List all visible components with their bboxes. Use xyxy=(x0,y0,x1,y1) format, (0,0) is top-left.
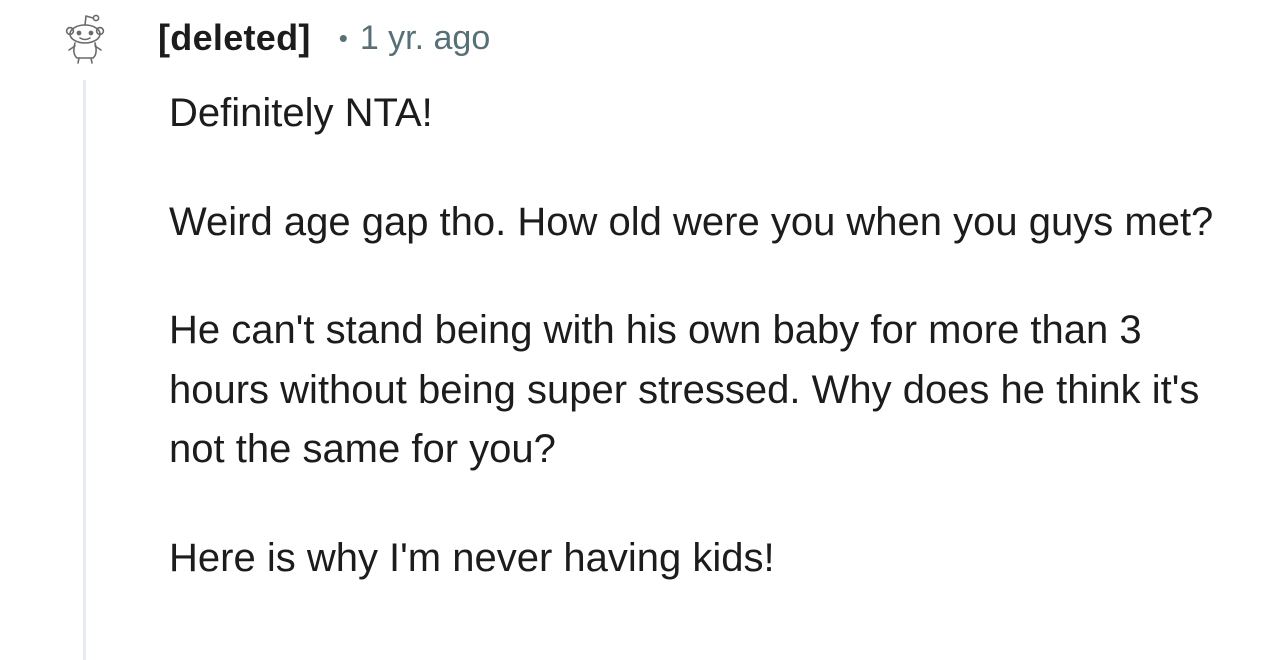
comment-body: Definitely NTA! Weird age gap tho. How o… xyxy=(169,84,1229,588)
comment-paragraph: Here is why I'm never having kids! xyxy=(169,535,775,580)
thread-line[interactable] xyxy=(83,80,86,660)
meta-separator: • xyxy=(338,23,348,53)
comment-paragraph: He can't stand being with his own baby f… xyxy=(169,308,1200,471)
comment-author[interactable]: [deleted] xyxy=(158,17,311,59)
comment-paragraph: Weird age gap tho. How old were you when… xyxy=(169,199,1214,244)
comment-timestamp[interactable]: 1 yr. ago xyxy=(360,19,490,58)
avatar[interactable] xyxy=(62,12,108,64)
comment-paragraph: Definitely NTA! xyxy=(169,91,433,135)
snoo-icon xyxy=(65,14,105,64)
comment-header: [deleted] • 1 yr. ago xyxy=(158,14,490,62)
